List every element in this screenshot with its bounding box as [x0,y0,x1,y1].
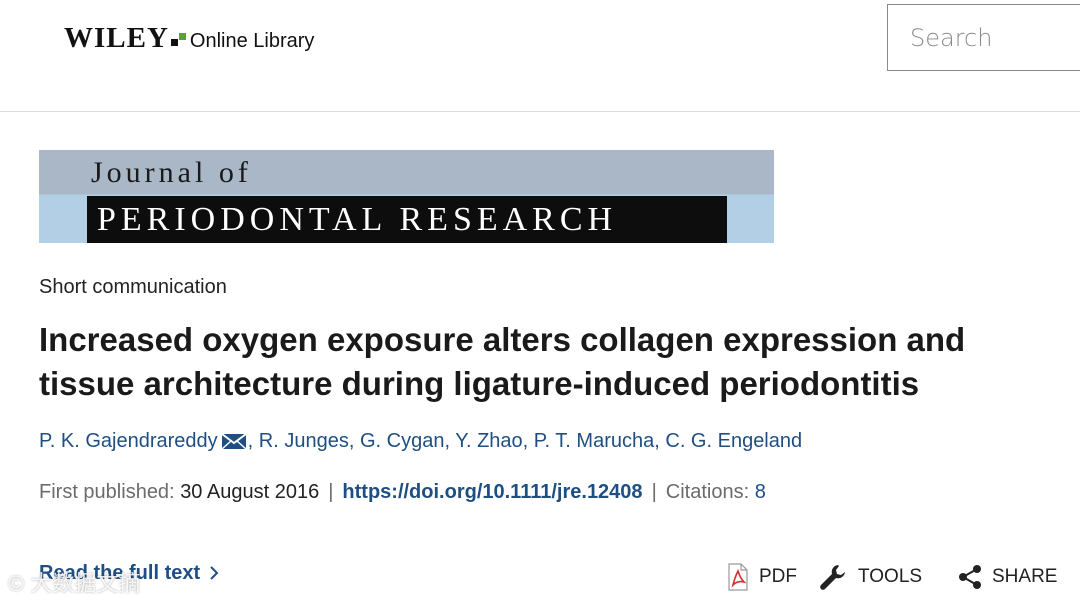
citations-label: Citations: [665,481,750,503]
author-separator: , [247,430,259,452]
author-separator: , [348,430,360,452]
logo-online-library-text: Online Library [189,30,315,52]
author-separator: , [654,430,666,452]
logo-wiley-text: WILEY [64,22,169,54]
author-link[interactable]: C. G. Engeland [665,430,802,452]
publication-meta: First published: 30 August 2016 | https://… [39,481,766,504]
logo-squares-icon [170,33,187,47]
site-header: WILEY Online Library [0,0,1080,112]
pdf-icon [728,563,748,591]
author-link[interactable]: G. Cygan [360,430,444,452]
chevron-right-icon [210,566,219,580]
meta-divider: | [328,481,334,503]
author-list: P. K. Gajendrareddy, R. Junges, G. Cygan… [39,430,802,453]
citations-count-link[interactable]: 8 [755,481,766,503]
author-separator: , [444,430,456,452]
read-full-text-link[interactable]: Read the full text [39,562,220,585]
tools-label: TOOLS [858,566,923,587]
journal-banner[interactable]: Journal of PERIODONTAL RESEARCH [39,150,774,243]
article-title: Increased oxygen exposure alters collage… [39,321,966,402]
author-separator: , [522,430,534,452]
share-label: SHARE [992,566,1058,587]
wiley-online-library-logo[interactable]: WILEY Online Library [64,22,314,62]
pdf-label: PDF [759,566,797,587]
meta-divider: | [651,481,657,503]
tools-button[interactable]: TOOLS [818,560,922,594]
share-button[interactable]: SHARE [958,560,1057,594]
first-published-label: First published: [39,481,175,503]
wrench-icon [820,565,845,590]
author-link[interactable]: P. T. Marucha [534,430,654,452]
first-published-date: 30 August 2016 [180,481,320,503]
author-link[interactable]: R. Junges [259,430,349,452]
journal-banner-line1: Journal of [91,156,252,189]
search-input[interactable] [887,4,1080,71]
pdf-button[interactable]: PDF [727,560,797,594]
author-link[interactable]: P. K. Gajendrareddy [39,430,218,452]
doi-link[interactable]: https://doi.org/10.1111/jre.12408 [342,481,642,503]
author-link[interactable]: Y. Zhao [455,430,522,452]
journal-banner-line2: PERIODONTAL RESEARCH [97,201,618,238]
share-icon [959,565,981,589]
article-type: Short communication [39,276,227,298]
mail-icon[interactable] [221,432,247,450]
read-full-text-label: Read the full text [39,562,201,584]
